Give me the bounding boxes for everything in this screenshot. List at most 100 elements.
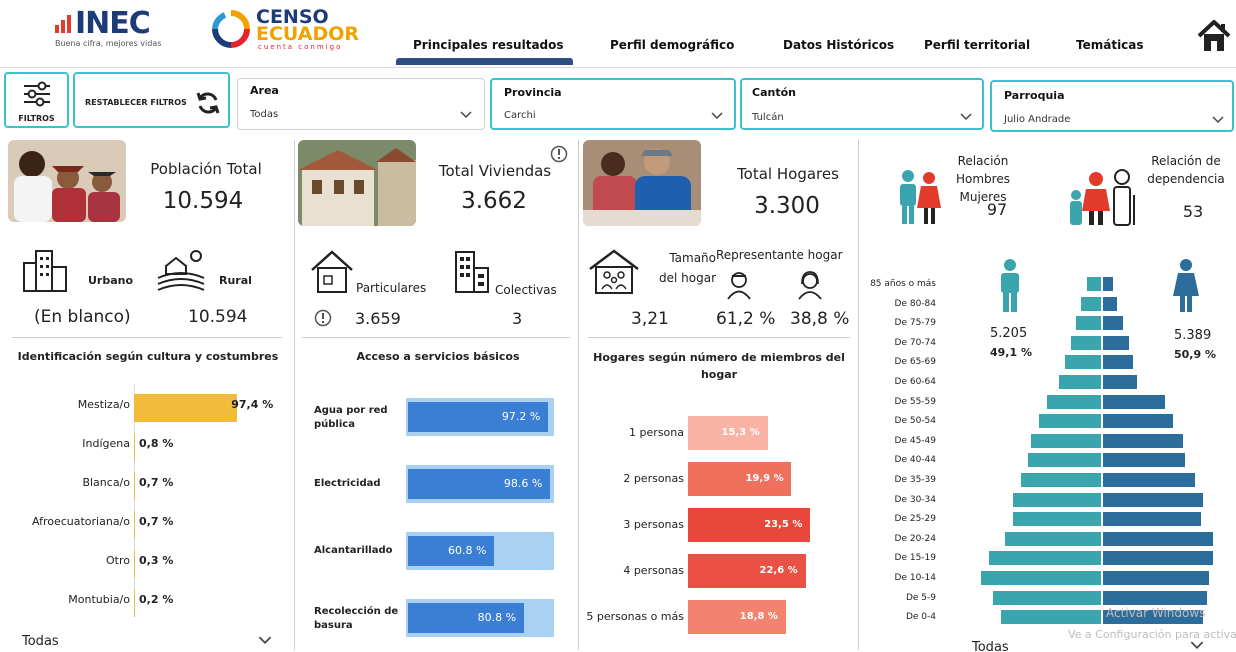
- members-bar-label: 1 persona: [629, 426, 684, 439]
- area-filter[interactable]: Area Todas: [237, 78, 485, 130]
- pyramid-female-bar: [1103, 551, 1213, 566]
- sex-ratio-value: 97: [986, 200, 1008, 219]
- inec-logo[interactable]: INEC: [55, 6, 151, 41]
- household-head-label: Representante hogar: [716, 248, 843, 262]
- population-value: 10.594: [162, 188, 244, 214]
- members-bar-value: 22,6 %: [759, 565, 798, 576]
- pyramid-female-bar: [1103, 492, 1203, 507]
- culture-bar-label: Indígena: [82, 437, 130, 450]
- service-bar-value: 80.8 %: [477, 611, 517, 624]
- tab-principales-resultados[interactable]: Principales resultados: [413, 38, 564, 52]
- sex-ratio-label: Relación Hombres Mujeres: [930, 152, 1036, 206]
- filters-button[interactable]: FILTROS: [4, 72, 69, 128]
- pyramid-female-bar: [1103, 531, 1213, 546]
- apartment-building-icon: [455, 251, 489, 293]
- woman-avatar-icon: [798, 271, 822, 300]
- censo-logo-text-2: ECUADOR: [256, 23, 360, 45]
- info-icon[interactable]: [314, 309, 332, 327]
- home-icon[interactable]: [1196, 18, 1232, 54]
- rural-value: 10.594: [188, 307, 248, 327]
- household-photo: [583, 140, 701, 226]
- service-bar-label: Recolección de basura: [314, 605, 398, 633]
- pyramid-male-bar: [1065, 355, 1101, 370]
- pyramid-male-bar: [1013, 492, 1101, 507]
- tab-tematicas[interactable]: Temáticas: [1076, 38, 1144, 52]
- housing-label: Total Viviendas: [438, 162, 552, 180]
- culture-chart-title: Identificación según cultura y costumbre…: [17, 350, 279, 363]
- man-avatar-icon: [727, 272, 751, 300]
- members-chart-title: Hogares según número de miembros del hog…: [580, 349, 858, 383]
- canton-filter-label: Cantón: [752, 86, 796, 99]
- header-bar: [0, 0, 1236, 68]
- culture-bar: [134, 394, 238, 422]
- sex-ratio-label-line1: Relación Hombres: [956, 154, 1010, 186]
- divider: [302, 337, 570, 338]
- culture-bar-value: 0,7 %: [139, 476, 174, 489]
- inec-tagline: Buena cifra, mejores vidas: [55, 39, 162, 48]
- services-chart-title: Acceso a servicios básicos: [356, 350, 520, 363]
- chevron-down-icon: [711, 112, 723, 120]
- culture-bar-label: Mestiza/o: [77, 398, 130, 411]
- population-label: Población Total: [150, 160, 262, 178]
- culture-selector-value[interactable]: Todas: [22, 634, 59, 649]
- divider: [12, 337, 282, 338]
- urban-label: Urbano: [88, 274, 134, 287]
- info-icon[interactable]: [550, 145, 568, 163]
- pyramid-female-bar: [1103, 355, 1133, 370]
- chevron-down-icon[interactable]: [1190, 641, 1204, 650]
- pyramid-selector-value[interactable]: Todas: [972, 640, 1009, 652]
- pyramid-female-bar: [1103, 571, 1209, 585]
- provincia-filter[interactable]: Provincia Carchi: [490, 78, 736, 130]
- tab-datos-historicos[interactable]: Datos Históricos: [783, 38, 894, 52]
- tab-perfil-demografico[interactable]: Perfil demográfico: [610, 38, 734, 52]
- pyramid-age-label: De 80-84: [894, 298, 936, 309]
- housing-value: 3.662: [461, 188, 527, 214]
- households-value: 3.300: [754, 193, 820, 219]
- rural-landscape-icon: [157, 250, 205, 291]
- pyramid-male-bar: [989, 551, 1101, 566]
- pyramid-male-bar: [1031, 433, 1101, 448]
- service-bar-label-line2: pública: [314, 419, 355, 430]
- culture-bar-value: 97,4 %: [231, 398, 274, 411]
- collective-housing-value: 3: [512, 309, 523, 328]
- censo-logo-icon: [212, 10, 250, 48]
- city-buildings-icon: [23, 250, 67, 292]
- canton-filter-value: Tulcán: [752, 112, 784, 123]
- pyramid-age-label: De 5-9: [905, 592, 936, 603]
- members-chart: 1 persona 15,3 % 2 personas 19,9 % 3 persona…: [580, 400, 858, 640]
- parroquia-filter-value: Julio Andrade: [1004, 114, 1071, 125]
- population-pyramid-chart: 85 años o más De 80-84 De 75-79 De 70-74 De …: [866, 275, 1232, 630]
- culture-bar-label: Otro: [106, 554, 130, 567]
- family-house-icon: [589, 249, 639, 294]
- chevron-down-icon[interactable]: [258, 636, 272, 645]
- divider: [588, 337, 850, 338]
- pyramid-female-bar: [1103, 335, 1129, 350]
- pyramid-age-label: De 55-59: [894, 396, 936, 407]
- reset-filters-button[interactable]: RESTABLECER FILTROS: [73, 72, 230, 128]
- service-bar-label-line1: Alcantarillado: [314, 545, 393, 556]
- inec-bars-icon: [55, 6, 73, 41]
- members-bar-label: 5 personas o más: [586, 610, 684, 623]
- tab-perfil-territorial[interactable]: Perfil territorial: [924, 38, 1030, 52]
- service-bar-label-line1: Recolección de: [314, 606, 399, 617]
- pyramid-age-label: De 75-79: [894, 318, 936, 329]
- pyramid-age-label: 85 años o más: [870, 279, 936, 289]
- pyramid-age-label: De 35-39: [894, 475, 936, 485]
- pyramid-male-bar: [1087, 277, 1101, 291]
- pyramid-age-label: De 70-74: [894, 337, 936, 348]
- parroquia-filter[interactable]: Parroquia Julio Andrade: [990, 80, 1234, 132]
- pyramid-female-bar: [1103, 590, 1207, 605]
- culture-bar-value: 0,2 %: [139, 593, 174, 606]
- pyramid-male-bar: [1059, 375, 1101, 389]
- pyramid-male-bar: [1028, 453, 1101, 468]
- column-separator: [294, 140, 295, 650]
- culture-bar-value: 0,8 %: [139, 437, 174, 450]
- house-icon: [311, 250, 353, 293]
- culture-bar: [134, 589, 135, 617]
- canton-filter[interactable]: Cantón Tulcán: [740, 78, 984, 130]
- refresh-icon: [196, 92, 220, 114]
- household-size-value: 3,21: [631, 309, 669, 329]
- culture-bar-label: Afroecuatoriana/o: [31, 515, 130, 528]
- chevron-down-icon: [960, 113, 972, 121]
- pyramid-male-bar: [1001, 610, 1101, 625]
